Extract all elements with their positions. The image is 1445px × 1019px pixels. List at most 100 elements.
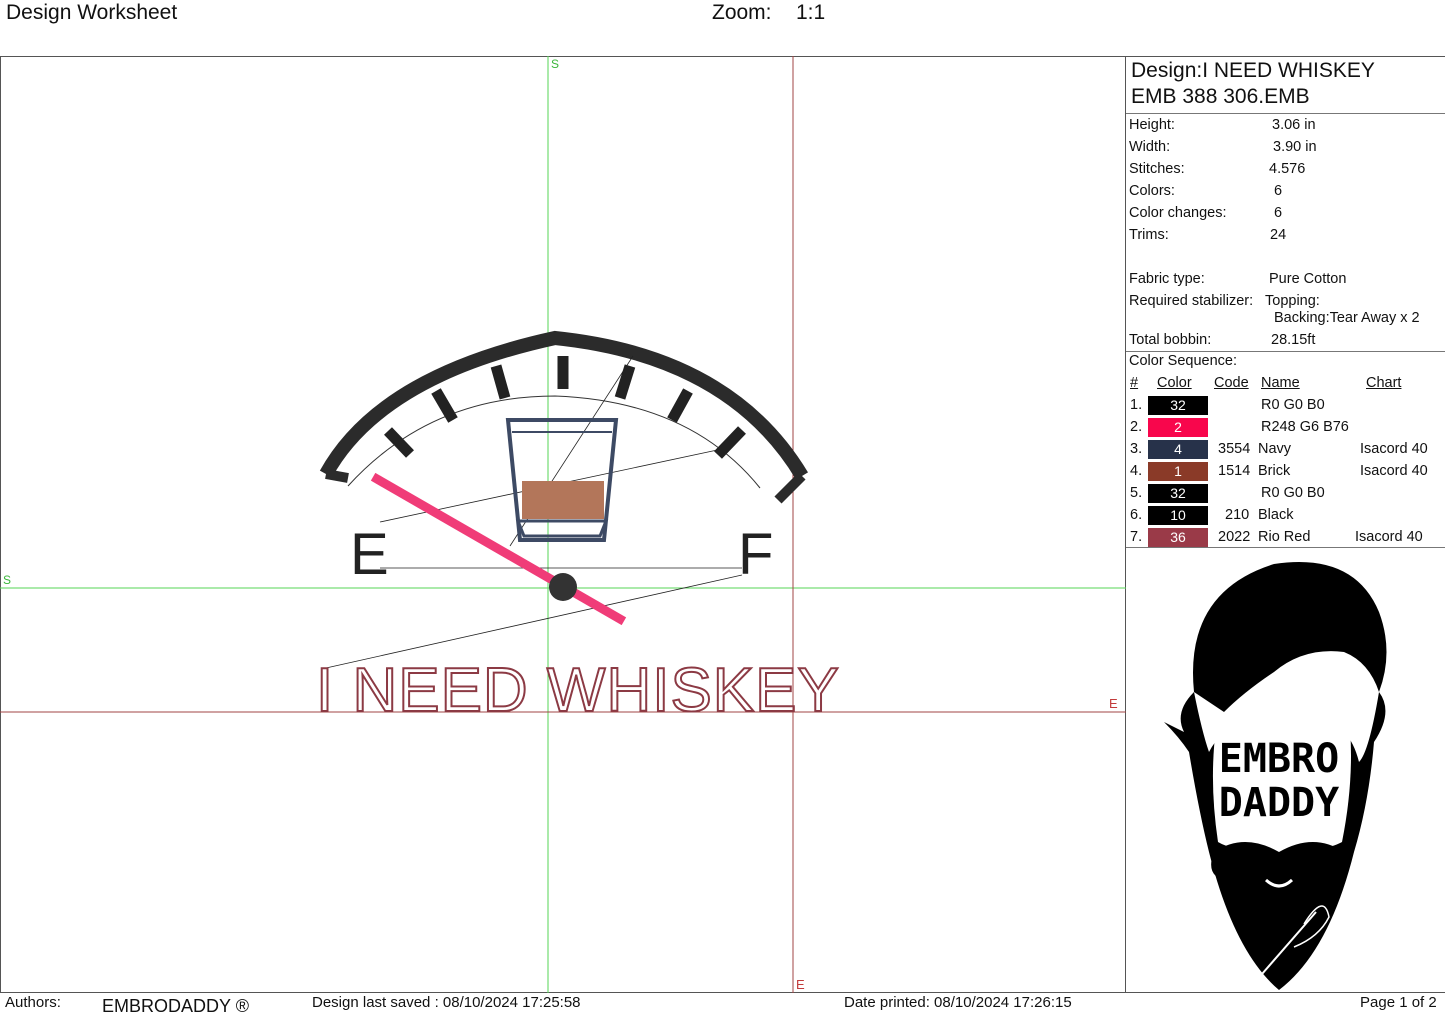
- logo-text-line1: EMBRO: [1219, 736, 1339, 782]
- row-number: 3.: [1130, 441, 1143, 457]
- color-sequence-header-color: Color: [1157, 375, 1192, 391]
- logo-text-line2: DADDY: [1219, 780, 1339, 826]
- thread-code: 2022: [1218, 529, 1251, 545]
- color-swatch: 2: [1148, 418, 1208, 437]
- authors-value: EMBRODADDY ®: [102, 996, 249, 1016]
- thread-chart: Isacord 40: [1360, 441, 1428, 457]
- row-number: 1.: [1130, 397, 1143, 413]
- thread-chart: Isacord 40: [1355, 529, 1423, 545]
- fabric-type-label: Fabric type:: [1129, 271, 1205, 287]
- row-number: 2.: [1130, 419, 1143, 435]
- color-sequence-header-chart: Chart: [1366, 375, 1402, 391]
- thread-name: R248 G6 B76: [1261, 419, 1349, 435]
- color-swatch: 32: [1148, 484, 1208, 503]
- start-marker-top: S: [551, 57, 559, 71]
- jump-stitch: [325, 574, 743, 669]
- trims-label: Trims:: [1129, 227, 1169, 243]
- date-printed: Date printed: 08/10/2024 17:26:15: [844, 994, 1072, 1011]
- stabilizer-label: Required stabilizer:: [1129, 293, 1254, 309]
- divider: [1126, 113, 1445, 114]
- color-sequence-header-name: Name: [1261, 375, 1300, 391]
- gauge-tick: [667, 388, 693, 423]
- zoom-value: 1:1: [796, 1, 826, 24]
- color-swatch: 10: [1148, 506, 1208, 525]
- stitches-value: 4.576: [1269, 161, 1306, 177]
- gauge-tick: [384, 427, 414, 458]
- color-swatch: 36: [1148, 528, 1208, 547]
- thread-name: R0 G0 B0: [1261, 397, 1325, 413]
- thread-name: R0 G0 B0: [1261, 485, 1325, 501]
- color-sequence-row: 1. 32 R0 G0 B0: [1126, 395, 1445, 417]
- color-sequence-row: 2. 2 R248 G6 B76: [1126, 417, 1445, 439]
- divider: [1126, 547, 1445, 548]
- design-name: Design:I NEED WHISKEY: [1131, 59, 1375, 82]
- needle-hub: [549, 573, 577, 601]
- color-swatch: 4: [1148, 440, 1208, 459]
- thread-name: Brick: [1258, 463, 1291, 479]
- page-number: Page 1 of 2: [1360, 994, 1437, 1011]
- design-file-name: EMB 388 306.EMB: [1131, 85, 1310, 108]
- row-number: 4.: [1130, 463, 1143, 479]
- glass-base: [515, 519, 609, 538]
- backing-label: Backing:Tear Away x 2: [1274, 310, 1420, 326]
- design-caption: I NEED WHISKEY: [316, 656, 840, 725]
- logo-hair: [1193, 562, 1387, 712]
- thread-chart: Isacord 40: [1360, 463, 1428, 479]
- row-number: 6.: [1130, 507, 1143, 523]
- height-value: 3.06 in: [1272, 117, 1316, 133]
- thread-code: 210: [1225, 507, 1250, 523]
- color-changes-label: Color changes:: [1129, 205, 1227, 221]
- width-label: Width:: [1129, 139, 1171, 155]
- fabric-type-value: Pure Cotton: [1269, 271, 1347, 287]
- color-sequence-row: 6. 10 210 Black: [1126, 505, 1445, 527]
- end-marker-bottom: E: [796, 977, 805, 992]
- last-saved: Design last saved : 08/10/2024 17:25:58: [312, 994, 581, 1011]
- color-changes-value: 6: [1274, 205, 1283, 221]
- divider: [1126, 351, 1445, 352]
- start-marker-left: S: [3, 573, 11, 587]
- zoom-label: Zoom:: [712, 1, 772, 24]
- color-sequence-header-code: Code: [1214, 375, 1249, 391]
- design-canvas: S S E E E F I NEED WHISKEY: [0, 56, 1126, 993]
- authors-label: Authors:: [5, 994, 61, 1011]
- total-bobbin-label: Total bobbin:: [1129, 332, 1212, 348]
- color-sequence-header-num: #: [1130, 375, 1139, 391]
- end-marker-right: E: [1109, 696, 1118, 711]
- thread-name: Black: [1258, 507, 1294, 523]
- color-sequence-row: 7. 36 2022 Rio Red Isacord 40: [1126, 527, 1445, 549]
- gauge-inner-arc: [347, 395, 761, 489]
- gauge-tick: [490, 364, 511, 400]
- thread-name: Navy: [1258, 441, 1292, 457]
- row-number: 7.: [1130, 529, 1143, 545]
- whiskey-fill: [522, 481, 604, 519]
- height-label: Height:: [1129, 117, 1175, 133]
- color-swatch: 32: [1148, 396, 1208, 415]
- stitches-label: Stitches:: [1129, 161, 1185, 177]
- gauge-full-letter: F: [738, 522, 773, 587]
- thread-name: Rio Red: [1258, 529, 1311, 545]
- gauge-empty-letter: E: [350, 522, 389, 587]
- design-preview: S S E E E F I NEED WHISKEY: [0, 56, 1126, 993]
- thread-code: 3554: [1218, 441, 1251, 457]
- gauge-arc-right-foot: [774, 472, 806, 504]
- colors-value: 6: [1274, 183, 1283, 199]
- topping-label: Topping:: [1265, 293, 1320, 309]
- color-swatch: 1: [1148, 462, 1208, 481]
- gauge-tick: [714, 426, 746, 459]
- color-sequence-row: 4. 1 1514 Brick Isacord 40: [1126, 461, 1445, 483]
- total-bobbin-value: 28.15ft: [1271, 332, 1316, 348]
- row-number: 5.: [1130, 485, 1143, 501]
- thread-code: 1514: [1218, 463, 1251, 479]
- color-sequence-title: Color Sequence:: [1129, 353, 1238, 369]
- width-value: 3.90 in: [1273, 139, 1317, 155]
- gauge-tick: [614, 364, 636, 400]
- embrodaddy-logo: EMBRO DADDY: [1164, 562, 1387, 990]
- info-panel: Design:I NEED WHISKEY EMB 388 306.EMB He…: [1126, 56, 1445, 993]
- color-sequence-row: 5. 32 R0 G0 B0: [1126, 483, 1445, 505]
- colors-label: Colors:: [1129, 183, 1175, 199]
- color-sequence-row: 3. 4 3554 Navy Isacord 40: [1126, 439, 1445, 461]
- gauge-tick: [431, 388, 458, 423]
- gauge-arc-left-foot: [325, 469, 349, 483]
- trims-value: 24: [1270, 227, 1287, 243]
- worksheet-title: Design Worksheet: [6, 1, 178, 24]
